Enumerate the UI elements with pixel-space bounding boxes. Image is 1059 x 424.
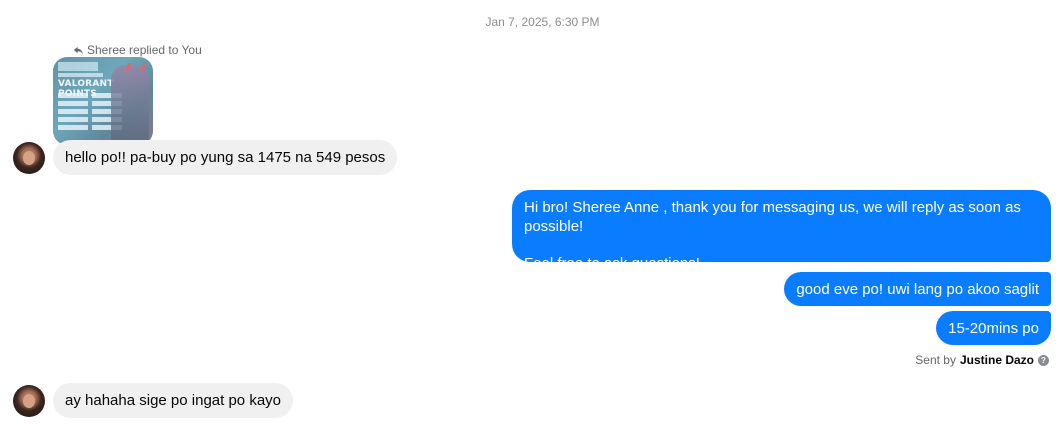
message-timestamp: Jan 7, 2025, 6:30 PM: [485, 15, 600, 29]
sent-by-label: Sent by Justine Dazo ?: [915, 353, 1049, 367]
reply-note-text: Sheree replied to You: [87, 43, 202, 57]
thumbnail-subline: [58, 73, 103, 77]
message-bubble-outgoing[interactable]: 15-20mins po: [936, 311, 1051, 345]
avatar[interactable]: [13, 142, 45, 174]
message-line: Hi bro! Sheree Anne , thank you for mess…: [524, 199, 1021, 235]
thumbnail-banner: [58, 62, 98, 71]
replied-image-thumbnail[interactable]: VALORANT POINTS: [53, 57, 153, 145]
info-icon[interactable]: ?: [1038, 354, 1049, 366]
message-bubble-outgoing[interactable]: good eve po! uwi lang po akoo saglit: [784, 272, 1051, 306]
valorant-logo-icon: [125, 63, 147, 71]
thumbnail-character: [111, 65, 149, 143]
avatar[interactable]: [13, 385, 45, 417]
message-line: Feel free to ask questions!: [524, 255, 700, 272]
message-bubble-outgoing[interactable]: Hi bro! Sheree Anne , thank you for mess…: [512, 190, 1051, 272]
sent-by-name[interactable]: Justine Dazo: [960, 353, 1034, 367]
message-bubble-incoming[interactable]: hello po!! pa-buy po yung sa 1475 na 549…: [53, 140, 398, 175]
sent-by-prefix: Sent by: [915, 353, 956, 367]
reply-note: Sheree replied to You: [73, 43, 202, 57]
reply-arrow-icon: [73, 46, 84, 55]
message-bubble-incoming[interactable]: ay hahaha sige po ingat po kayo: [53, 383, 293, 418]
